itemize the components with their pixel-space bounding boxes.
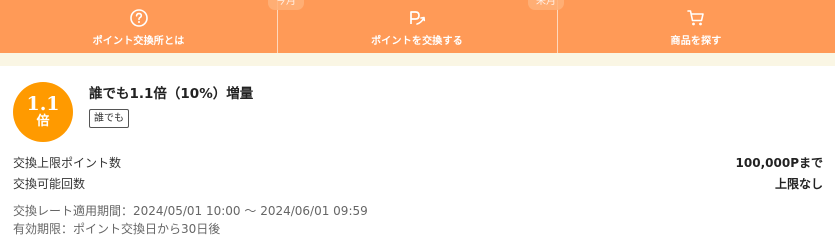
month-tab-current[interactable]: 今月	[268, 0, 304, 10]
exchange-count-value: 上限なし	[774, 177, 823, 191]
month-tab-next[interactable]: 来月	[528, 0, 564, 10]
exchange-count-label: 交換可能回数	[13, 177, 86, 191]
point-exchange-icon	[410, 11, 426, 25]
divider-strip	[0, 53, 835, 66]
nav-label-about: ポイント交換所とは	[92, 36, 185, 47]
limit-points-label: 交換上限ポイント数	[13, 156, 122, 170]
exchange-count-row: 交換可能回数 上限なし	[13, 176, 823, 192]
limit-points-value: 100,000Pまで	[735, 156, 823, 170]
eligibility-tag: 誰でも	[89, 109, 129, 128]
question-circle-icon	[129, 9, 148, 27]
limit-points-row: 交換上限ポイント数 100,000Pまで	[13, 155, 823, 171]
rate-period-note: 交換レート適用期間：2024/05/01 10:00 〜 2024/06/01 …	[13, 204, 368, 218]
nav-label-exchange: ポイントを交換する	[371, 36, 463, 47]
offer-title: 誰でも1.1倍（10%）増量	[89, 86, 254, 102]
top-navigation: ポイント交換所とは ポイントを交換する 商品を探す 今月 来月	[0, 0, 835, 53]
nav-item-about[interactable]: ポイント交換所とは	[0, 0, 277, 53]
rate-badge-number: 1.1	[26, 93, 60, 115]
rate-badge-unit: 倍	[36, 114, 50, 129]
nav-item-search-products[interactable]: 商品を探す	[557, 0, 835, 53]
expiry-note: 有効期限：ポイント交換日から30日後	[13, 222, 221, 236]
nav-item-exchange[interactable]: ポイントを交換する	[277, 0, 557, 53]
rate-badge: 1.1 倍	[13, 82, 73, 142]
shopping-cart-icon	[687, 10, 704, 26]
nav-label-search-products: 商品を探す	[670, 36, 722, 47]
